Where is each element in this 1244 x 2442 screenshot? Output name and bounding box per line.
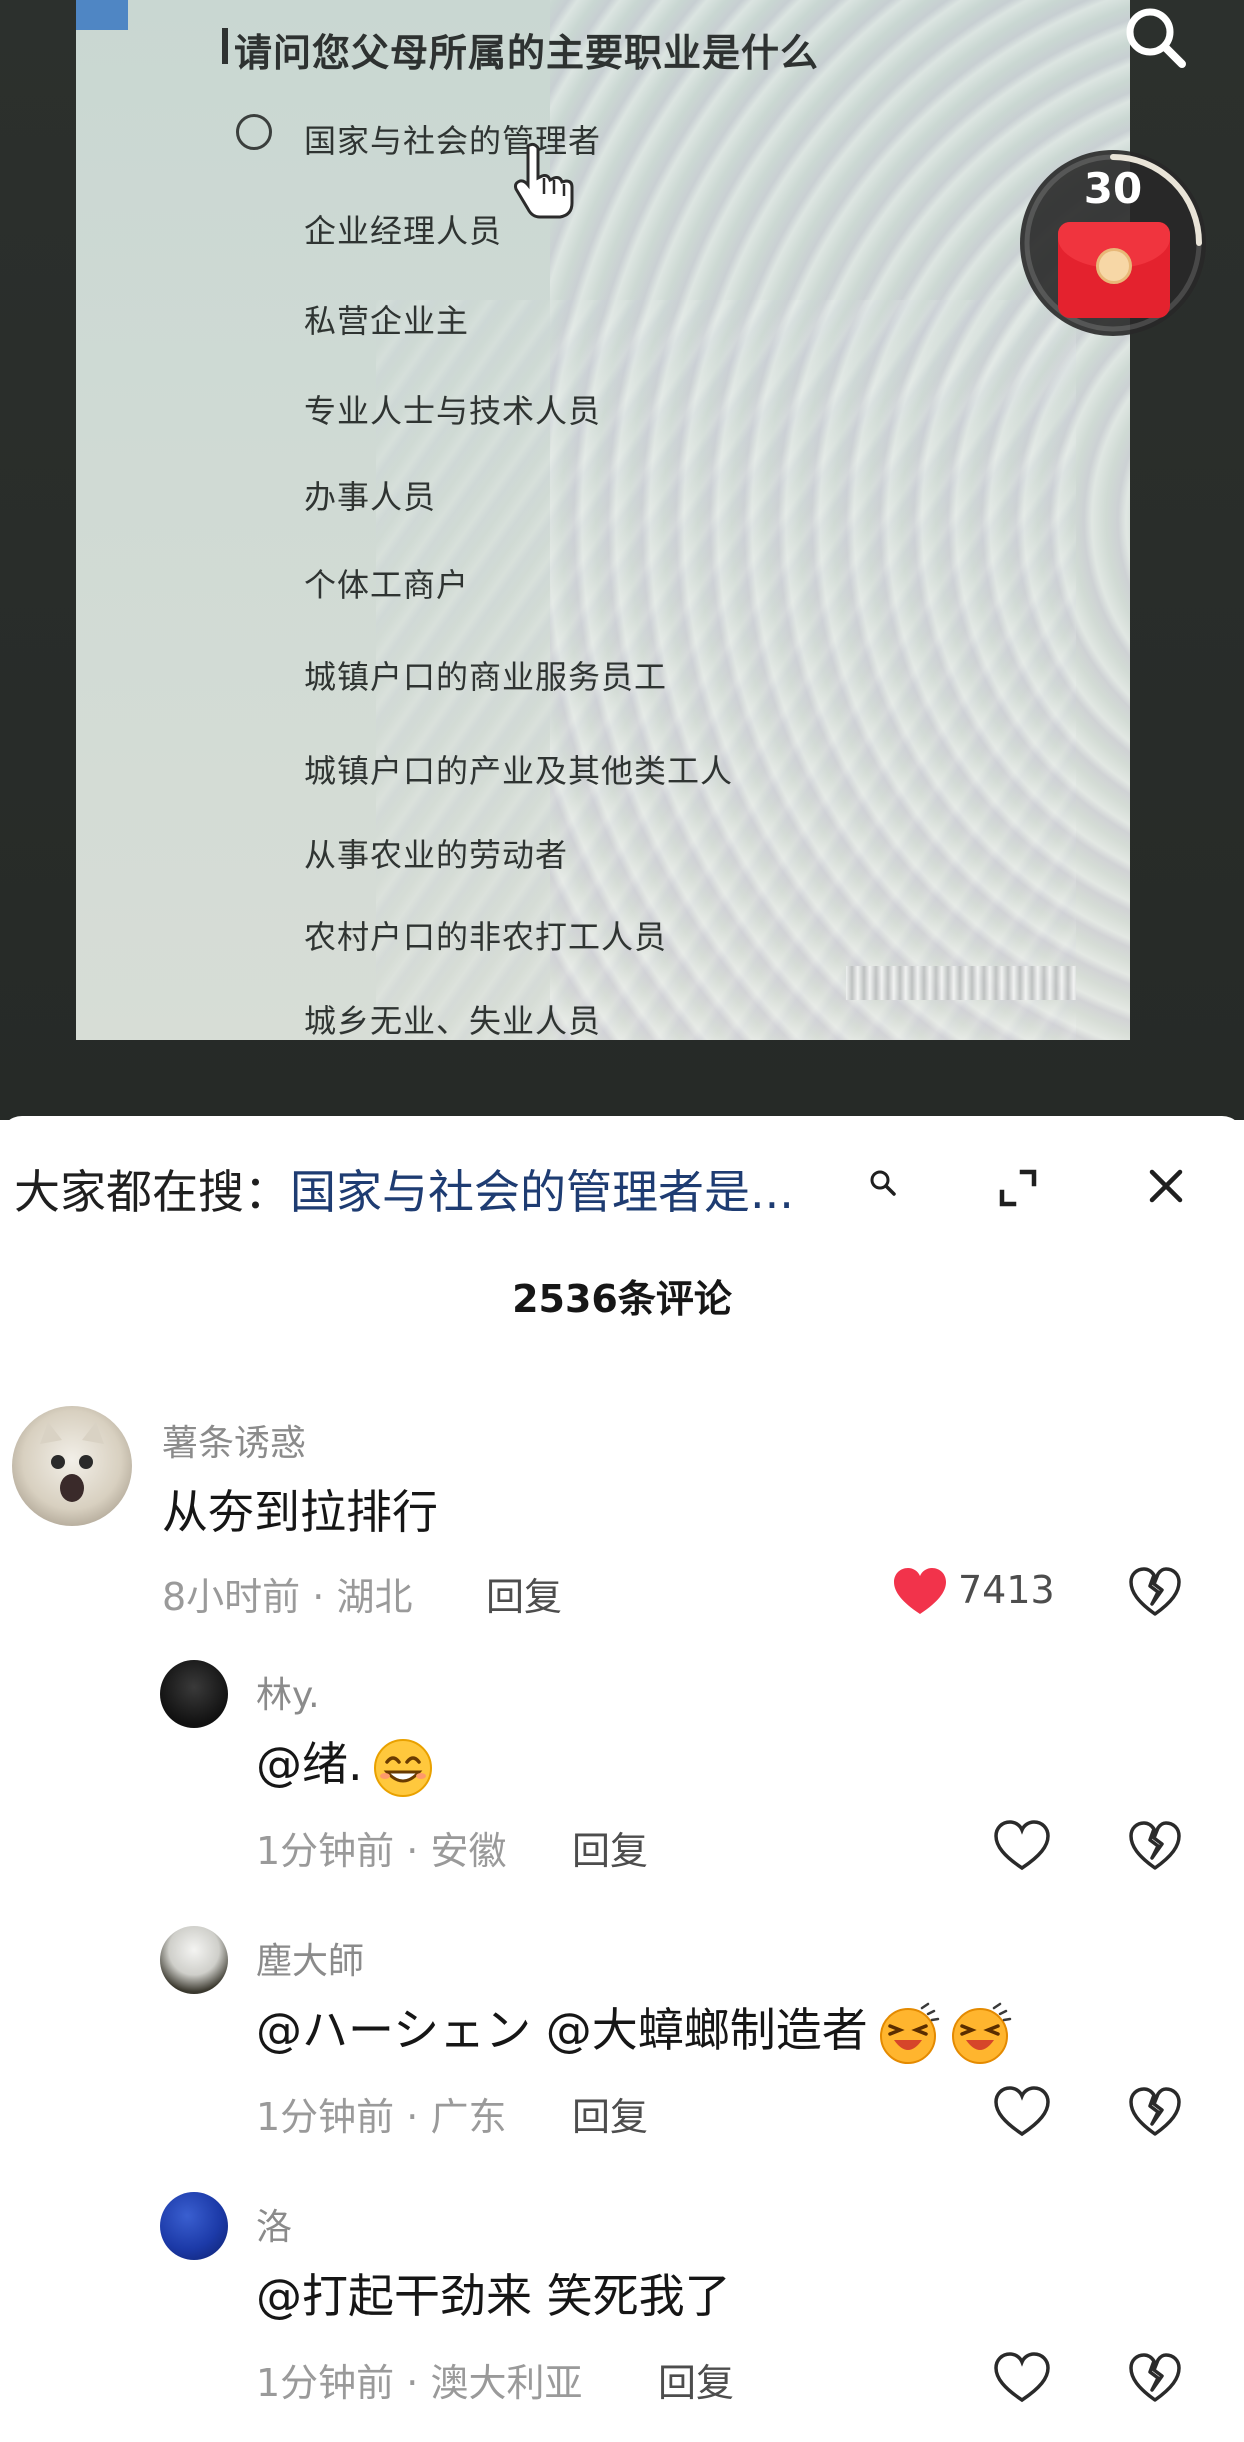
comment-sheet: 大家都在搜：国家与社会的管理者是... 2536条评论 薯条诱惑 从夯到拉排行 … xyxy=(0,1116,1244,2442)
survey-option: 从事农业的劳动者 xyxy=(304,836,569,874)
heart-icon[interactable] xyxy=(994,2352,1050,2404)
survey-option: 城镇户口的商业服务员工 xyxy=(304,658,668,696)
countdown-number: 30 xyxy=(1083,164,1143,213)
search-suggestion-prefix: 大家都在搜： xyxy=(14,1165,290,1219)
reply-item: 林y. @绪. 1分钟前 · 安徽 回复 xyxy=(0,1648,1244,1918)
broken-heart-icon[interactable] xyxy=(1128,1820,1182,1872)
broken-heart-icon[interactable] xyxy=(1128,1566,1182,1618)
video-frame: 请问您父母所属的主要职业是什么 国家与社会的管理者 企业经理人员 私营企业主 专… xyxy=(76,0,1130,1040)
comment-text: @打起干劲来 笑死我了 xyxy=(256,2269,731,2323)
blurred-watermark xyxy=(846,966,1076,1000)
survey-option: 企业经理人员 xyxy=(304,212,503,250)
reply-button[interactable]: 回复 xyxy=(658,2352,734,2407)
comment-location: 安徽 xyxy=(430,1829,507,1873)
reply-item: 洛 @打起干劲来 笑死我了 1分钟前 · 澳大利亚 回复 xyxy=(0,2180,1244,2442)
comment-meta: 1分钟前 · 广东 xyxy=(256,2095,507,2139)
survey-question: 请问您父母所属的主要职业是什么 xyxy=(234,31,820,75)
comment-author[interactable]: 洛 xyxy=(256,2198,292,2250)
reply-item: 塵大師 @ハーシェン @大蟑螂制造者 1分钟前 · 广东 回复 xyxy=(0,1914,1244,2184)
heart-filled-icon[interactable] xyxy=(892,1566,948,1618)
survey-option: 农村户口的非农打工人员 xyxy=(304,918,668,956)
avatar[interactable] xyxy=(12,1406,132,1526)
comment-time: 1分钟前 xyxy=(256,2095,395,2139)
comment-location: 澳大利亚 xyxy=(430,2361,583,2405)
comment-text: @ハーシェン @大蟑螂制造者 xyxy=(256,1994,1012,2066)
question-marker xyxy=(222,28,228,64)
comment-location: 湖北 xyxy=(336,1575,413,1619)
cat-avatar-icon xyxy=(40,1422,104,1502)
search-icon[interactable] xyxy=(1116,0,1196,80)
avatar[interactable] xyxy=(160,2192,228,2260)
expand-icon[interactable] xyxy=(996,1166,1040,1210)
comment-author[interactable]: 塵大師 xyxy=(256,1932,364,1984)
comment-text-body: @绪. xyxy=(256,1737,363,1791)
comment-text: 从夯到拉排行 xyxy=(162,1485,438,1539)
comment-count: 2536条评论 xyxy=(512,1277,732,1321)
red-packet-timer[interactable]: 30 xyxy=(1020,150,1206,336)
grin-emoji-icon xyxy=(373,1738,432,1797)
comment-time: 1分钟前 xyxy=(256,1829,395,1873)
survey-option: 城镇户口的产业及其他类工人 xyxy=(304,752,734,790)
video-player[interactable]: 请问您父母所属的主要职业是什么 国家与社会的管理者 企业经理人员 私营企业主 专… xyxy=(0,0,1244,1120)
red-envelope-icon xyxy=(1058,222,1170,318)
reply-button[interactable]: 回复 xyxy=(572,2086,648,2141)
like-count: 7413 xyxy=(958,1568,1055,1612)
radio-button xyxy=(236,114,272,150)
comment-meta: 8小时前 · 湖北 xyxy=(162,1575,413,1619)
search-icon xyxy=(870,1170,896,1196)
survey-option: 城乡无业、失业人员 xyxy=(304,1002,602,1040)
comment-text: @绪. xyxy=(256,1728,435,1800)
comment-author[interactable]: 林y. xyxy=(256,1666,320,1718)
avatar[interactable] xyxy=(160,1660,228,1728)
comment-item: 薯条诱惑 从夯到拉排行 8小时前 · 湖北 回复 7413 xyxy=(0,1376,1244,1676)
broken-heart-icon[interactable] xyxy=(1128,2086,1182,2138)
search-suggestion[interactable]: 大家都在搜：国家与社会的管理者是... xyxy=(14,1156,794,1222)
reply-button[interactable]: 回复 xyxy=(572,1820,648,1875)
avatar[interactable] xyxy=(160,1926,228,1994)
survey-option: 办事人员 xyxy=(304,478,437,516)
comment-time: 8小时前 xyxy=(162,1575,301,1619)
comment-text-body: @ハーシェン @大蟑螂制造者 xyxy=(256,2003,868,2057)
hand-cursor-icon xyxy=(514,142,574,219)
reply-button[interactable]: 回复 xyxy=(486,1566,562,1621)
heart-icon[interactable] xyxy=(994,1820,1050,1872)
comment-time: 1分钟前 xyxy=(256,2361,395,2405)
comment-location: 广东 xyxy=(430,2095,507,2139)
laugh-emoji-icon xyxy=(879,2002,939,2064)
close-icon[interactable] xyxy=(1146,1166,1186,1206)
heart-icon[interactable] xyxy=(994,2086,1050,2138)
broken-heart-icon[interactable] xyxy=(1128,2352,1182,2404)
survey-option: 个体工商户 xyxy=(304,566,470,604)
screen-tab-marker xyxy=(76,0,128,30)
comment-meta: 1分钟前 · 澳大利亚 xyxy=(256,2361,583,2405)
laugh-emoji-icon xyxy=(951,2002,1011,2064)
comment-author[interactable]: 薯条诱惑 xyxy=(162,1414,306,1466)
survey-option: 私营企业主 xyxy=(304,302,470,340)
search-suggestion-query: 国家与社会的管理者是... xyxy=(290,1165,794,1219)
comment-meta: 1分钟前 · 安徽 xyxy=(256,1829,507,1873)
survey-option: 专业人士与技术人员 xyxy=(304,392,602,430)
